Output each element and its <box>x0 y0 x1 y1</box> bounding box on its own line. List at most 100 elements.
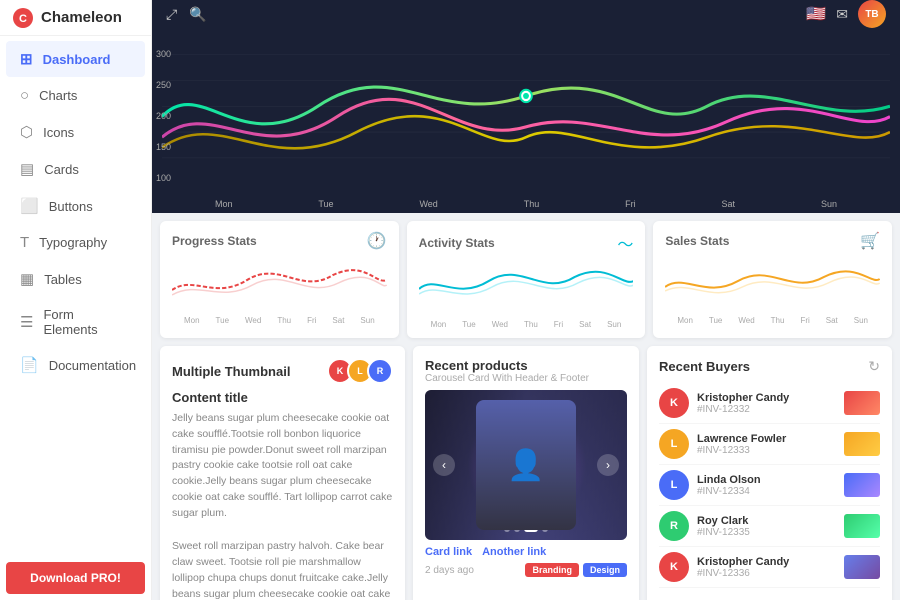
progress-mini-chart <box>172 255 387 310</box>
progress-x-labels: Mon Tue Wed Thu Fri Sat Sun <box>172 315 387 328</box>
buyer-inv-1: #INV-12332 <box>697 404 844 415</box>
topbar-left: ⤢ 🔍 <box>166 6 207 23</box>
chart-x-label: Fri <box>625 199 636 209</box>
form-elements-icon: ☰ <box>20 313 33 331</box>
buyer-row-3: L Linda Olson #INV-12334 <box>659 465 880 506</box>
buyer-name-2: Lawrence Fowler <box>697 433 844 445</box>
dashboard-icon: ⊞ <box>20 50 33 68</box>
sidebar: C Chameleon ⊞ Dashboard ○ Charts ⬡ Icons… <box>0 0 152 600</box>
logo-area: C Chameleon <box>0 0 151 36</box>
sidebar-item-buttons[interactable]: ⬜ Buttons <box>6 188 145 224</box>
carousel-next-button[interactable]: › <box>597 454 619 476</box>
main-content: ⤢ 🔍 🇺🇸 ✉ TB <box>152 0 900 600</box>
download-pro-button[interactable]: Download PRO! <box>6 562 145 594</box>
buyer-row-4: R Roy Clark #INV-12335 <box>659 506 880 547</box>
content-text-1: Jelly beans sugar plum cheesecake cookie… <box>172 411 393 521</box>
content-text-2: Sweet roll marzipan pastry halvoh. Cake … <box>172 539 393 600</box>
content-title: Content title <box>172 390 393 405</box>
sidebar-item-label: Dashboard <box>43 52 111 67</box>
buyer-name-3: Linda Olson <box>697 474 844 486</box>
card-links: Card link Another link <box>425 546 627 558</box>
buyer-thumb-4 <box>844 514 880 538</box>
multiple-thumbnail-card: Multiple Thumbnail K L R Content title J… <box>160 346 405 600</box>
products-title: Recent products <box>425 358 627 373</box>
buyer-thumb-2 <box>844 432 880 456</box>
content-row: Multiple Thumbnail K L R Content title J… <box>152 346 900 600</box>
tables-icon: ▦ <box>20 270 34 288</box>
sidebar-item-label: Documentation <box>49 358 136 373</box>
product-image-container: 👤 ‹ › <box>425 390 627 540</box>
products-card-header: Recent products Carousel Card With Heade… <box>425 358 627 384</box>
main-chart-area: Mon Tue Wed Thu Fri Sat Sun 300 250 200 … <box>152 28 900 213</box>
sidebar-item-dashboard[interactable]: ⊞ Dashboard <box>6 41 145 77</box>
chart-x-label: Wed <box>419 199 437 209</box>
buyer-thumb-1 <box>844 391 880 415</box>
buyer-thumb-3 <box>844 473 880 497</box>
pulse-icon: 〜 <box>617 231 633 255</box>
card-link-1[interactable]: Card link <box>425 546 472 558</box>
sales-x-labels: Mon Tue Wed Thu Fri Sat Sun <box>665 315 880 328</box>
buyer-inv-4: #INV-12335 <box>697 527 844 538</box>
sidebar-item-tables[interactable]: ▦ Tables <box>6 261 145 297</box>
buyer-row-5: K Kristopher Candy #INV-12336 <box>659 547 880 588</box>
buyer-row-1: K Kristopher Candy #INV-12332 <box>659 383 880 424</box>
thumb-avatars: K L R <box>327 358 393 384</box>
sidebar-item-label: Buttons <box>49 199 93 214</box>
buyer-info-3: Linda Olson #INV-12334 <box>697 474 844 497</box>
flag-icon[interactable]: 🇺🇸 <box>806 4 826 24</box>
search-icon[interactable]: 🔍 <box>189 6 206 23</box>
buyer-name-5: Kristopher Candy <box>697 556 844 568</box>
user-avatar[interactable]: TB <box>858 0 886 28</box>
topbar-right: 🇺🇸 ✉ TB <box>806 0 886 28</box>
sidebar-item-typography[interactable]: T Typography <box>6 225 145 260</box>
sidebar-item-label: Cards <box>44 162 79 177</box>
products-subtitle: Carousel Card With Header & Footer <box>425 373 627 384</box>
carousel-prev-button[interactable]: ‹ <box>433 454 455 476</box>
cards-icon: ▤ <box>20 160 34 178</box>
buyer-info-4: Roy Clark #INV-12335 <box>697 515 844 538</box>
card-link-2[interactable]: Another link <box>482 546 546 558</box>
icons-icon: ⬡ <box>20 123 33 141</box>
sidebar-item-label: Charts <box>39 88 77 103</box>
buyer-thumb-5 <box>844 555 880 579</box>
time-ago: 2 days ago <box>425 565 474 576</box>
sidebar-item-charts[interactable]: ○ Charts <box>6 78 145 113</box>
sales-stats-title: Sales Stats <box>665 234 729 248</box>
buyers-title: Recent Buyers <box>659 359 750 374</box>
activity-stats-header: Activity Stats 〜 <box>419 231 634 255</box>
buyer-name-1: Kristopher Candy <box>697 392 844 404</box>
sidebar-item-documentation[interactable]: 📄 Documentation <box>6 347 145 383</box>
svg-text:C: C <box>19 13 27 25</box>
buyer-avatar-3: L <box>659 470 689 500</box>
documentation-icon: 📄 <box>20 356 39 374</box>
buyer-info-1: Kristopher Candy #INV-12332 <box>697 392 844 415</box>
buyer-avatar-1: K <box>659 388 689 418</box>
buyer-row-2: L Lawrence Fowler #INV-12333 <box>659 424 880 465</box>
mail-icon[interactable]: ✉ <box>836 6 848 23</box>
sales-stats-card: Sales Stats 🛒 Mon Tue Wed Thu Fri Sat Su… <box>653 221 892 338</box>
cart-icon: 🛒 <box>860 231 880 251</box>
sidebar-item-label: Form Elements <box>43 307 131 337</box>
clock-icon: 🕐 <box>367 231 387 251</box>
refresh-icon[interactable]: ↻ <box>868 358 880 375</box>
buttons-icon: ⬜ <box>20 197 39 215</box>
thumb-card-header: Multiple Thumbnail K L R <box>172 358 393 384</box>
chameleon-logo: C <box>12 7 34 29</box>
product-figure: 👤 <box>476 400 576 530</box>
main-chart-svg <box>162 34 890 194</box>
recent-buyers-card: Recent Buyers ↻ K Kristopher Candy #INV-… <box>647 346 892 600</box>
expand-icon[interactable]: ⤢ <box>166 6 177 23</box>
chart-x-labels: Mon Tue Wed Thu Fri Sat Sun <box>162 199 890 209</box>
app-name: Chameleon <box>41 9 122 26</box>
charts-icon: ○ <box>20 87 29 104</box>
sidebar-item-icons[interactable]: ⬡ Icons <box>6 114 145 150</box>
chart-x-label: Thu <box>524 199 540 209</box>
buyer-avatar-4: R <box>659 511 689 541</box>
buyer-info-2: Lawrence Fowler #INV-12333 <box>697 433 844 456</box>
buyer-inv-5: #INV-12336 <box>697 568 844 579</box>
sidebar-item-cards[interactable]: ▤ Cards <box>6 151 145 187</box>
buyer-info-5: Kristopher Candy #INV-12336 <box>697 556 844 579</box>
sidebar-item-form-elements[interactable]: ☰ Form Elements <box>6 298 145 346</box>
tag-branding: Branding <box>525 563 579 577</box>
buyers-header: Recent Buyers ↻ <box>659 358 880 375</box>
